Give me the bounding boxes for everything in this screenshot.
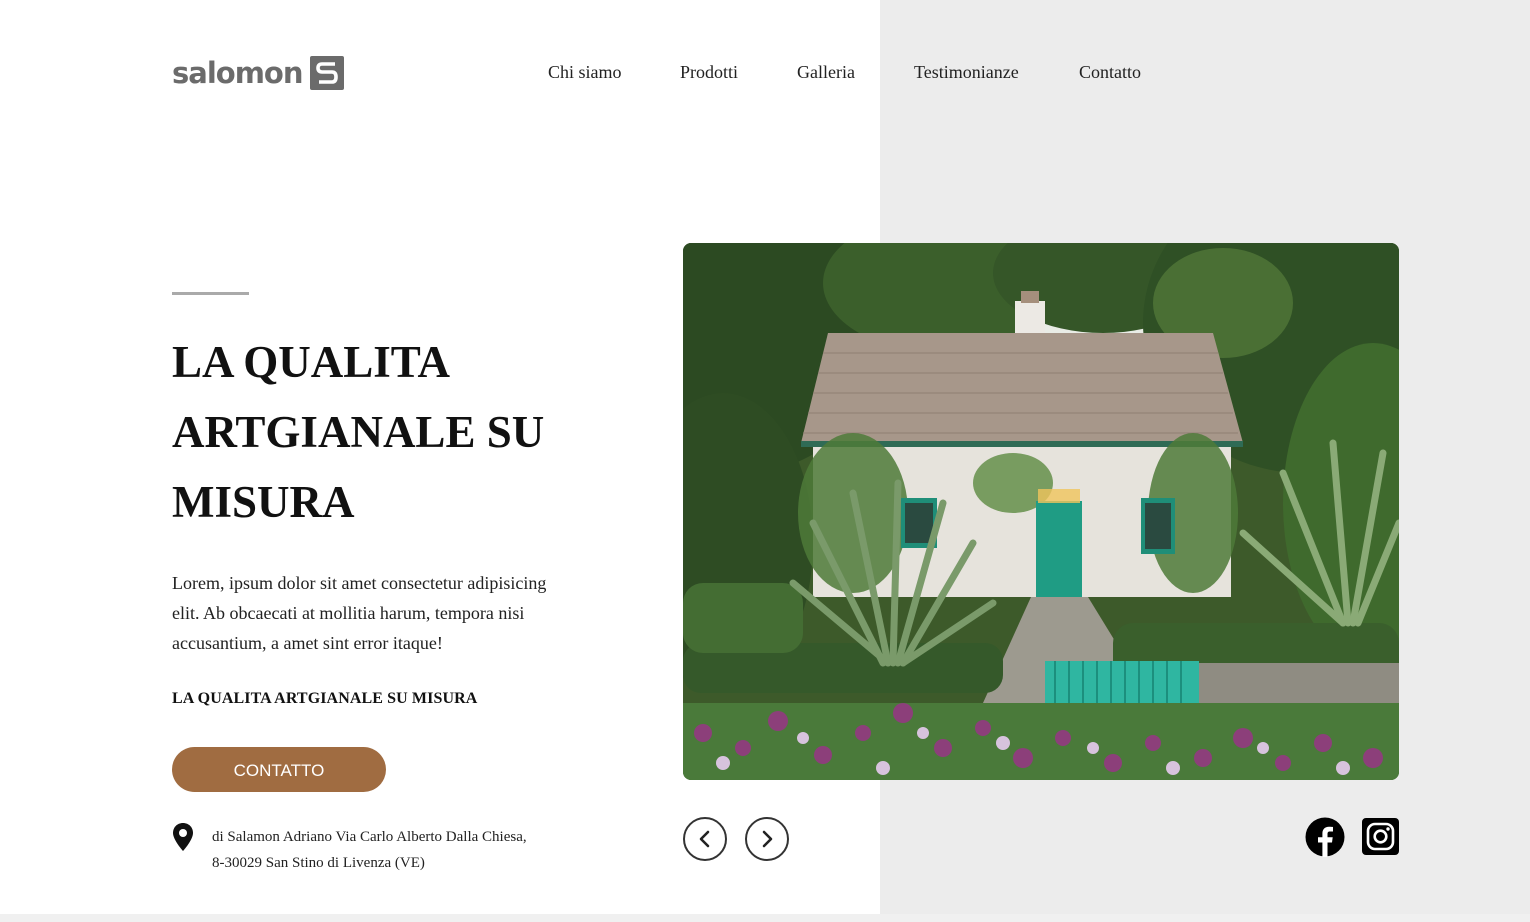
nav-testimonianze[interactable]: Testimonianze — [914, 62, 1019, 83]
nav-prodotti[interactable]: Prodotti — [680, 62, 738, 83]
chevron-left-icon — [699, 830, 710, 848]
hero-description: Lorem, ipsum dolor sit amet consectetur … — [172, 573, 547, 653]
address: di Salamon Adriano Via Carlo Alberto Dal… — [212, 824, 572, 876]
bottom-strip — [0, 914, 1530, 922]
hero-image-cottage — [683, 243, 1399, 780]
instagram-icon[interactable] — [1362, 818, 1399, 855]
facebook-icon[interactable] — [1305, 817, 1345, 857]
prev-slide-button[interactable] — [683, 817, 727, 861]
nav-galleria[interactable]: Galleria — [797, 62, 855, 83]
contatto-button[interactable]: CONTATTO — [172, 747, 386, 792]
map-pin-icon — [172, 822, 194, 852]
title-divider — [172, 292, 249, 295]
next-slide-button[interactable] — [745, 817, 789, 861]
hero-title: LA QUALITA ARTGIANALE SU MISURA — [172, 337, 545, 527]
logo-s-icon — [310, 56, 345, 90]
hero-subtitle: LA QUALITA ARTGIANALE SU MISURA — [172, 690, 478, 707]
address-line-1: di Salamon Adriano Via Carlo Alberto Dal… — [212, 829, 527, 845]
nav-contatto[interactable]: Contatto — [1079, 62, 1141, 83]
nav-chi-siamo[interactable]: Chi siamo — [548, 62, 622, 83]
logo-wordmark: salomon — [172, 55, 303, 90]
address-line-2: 8-30029 San Stino di Livenza (VE) — [212, 855, 425, 871]
chevron-right-icon — [762, 830, 773, 848]
logo[interactable]: salomon — [172, 55, 345, 90]
